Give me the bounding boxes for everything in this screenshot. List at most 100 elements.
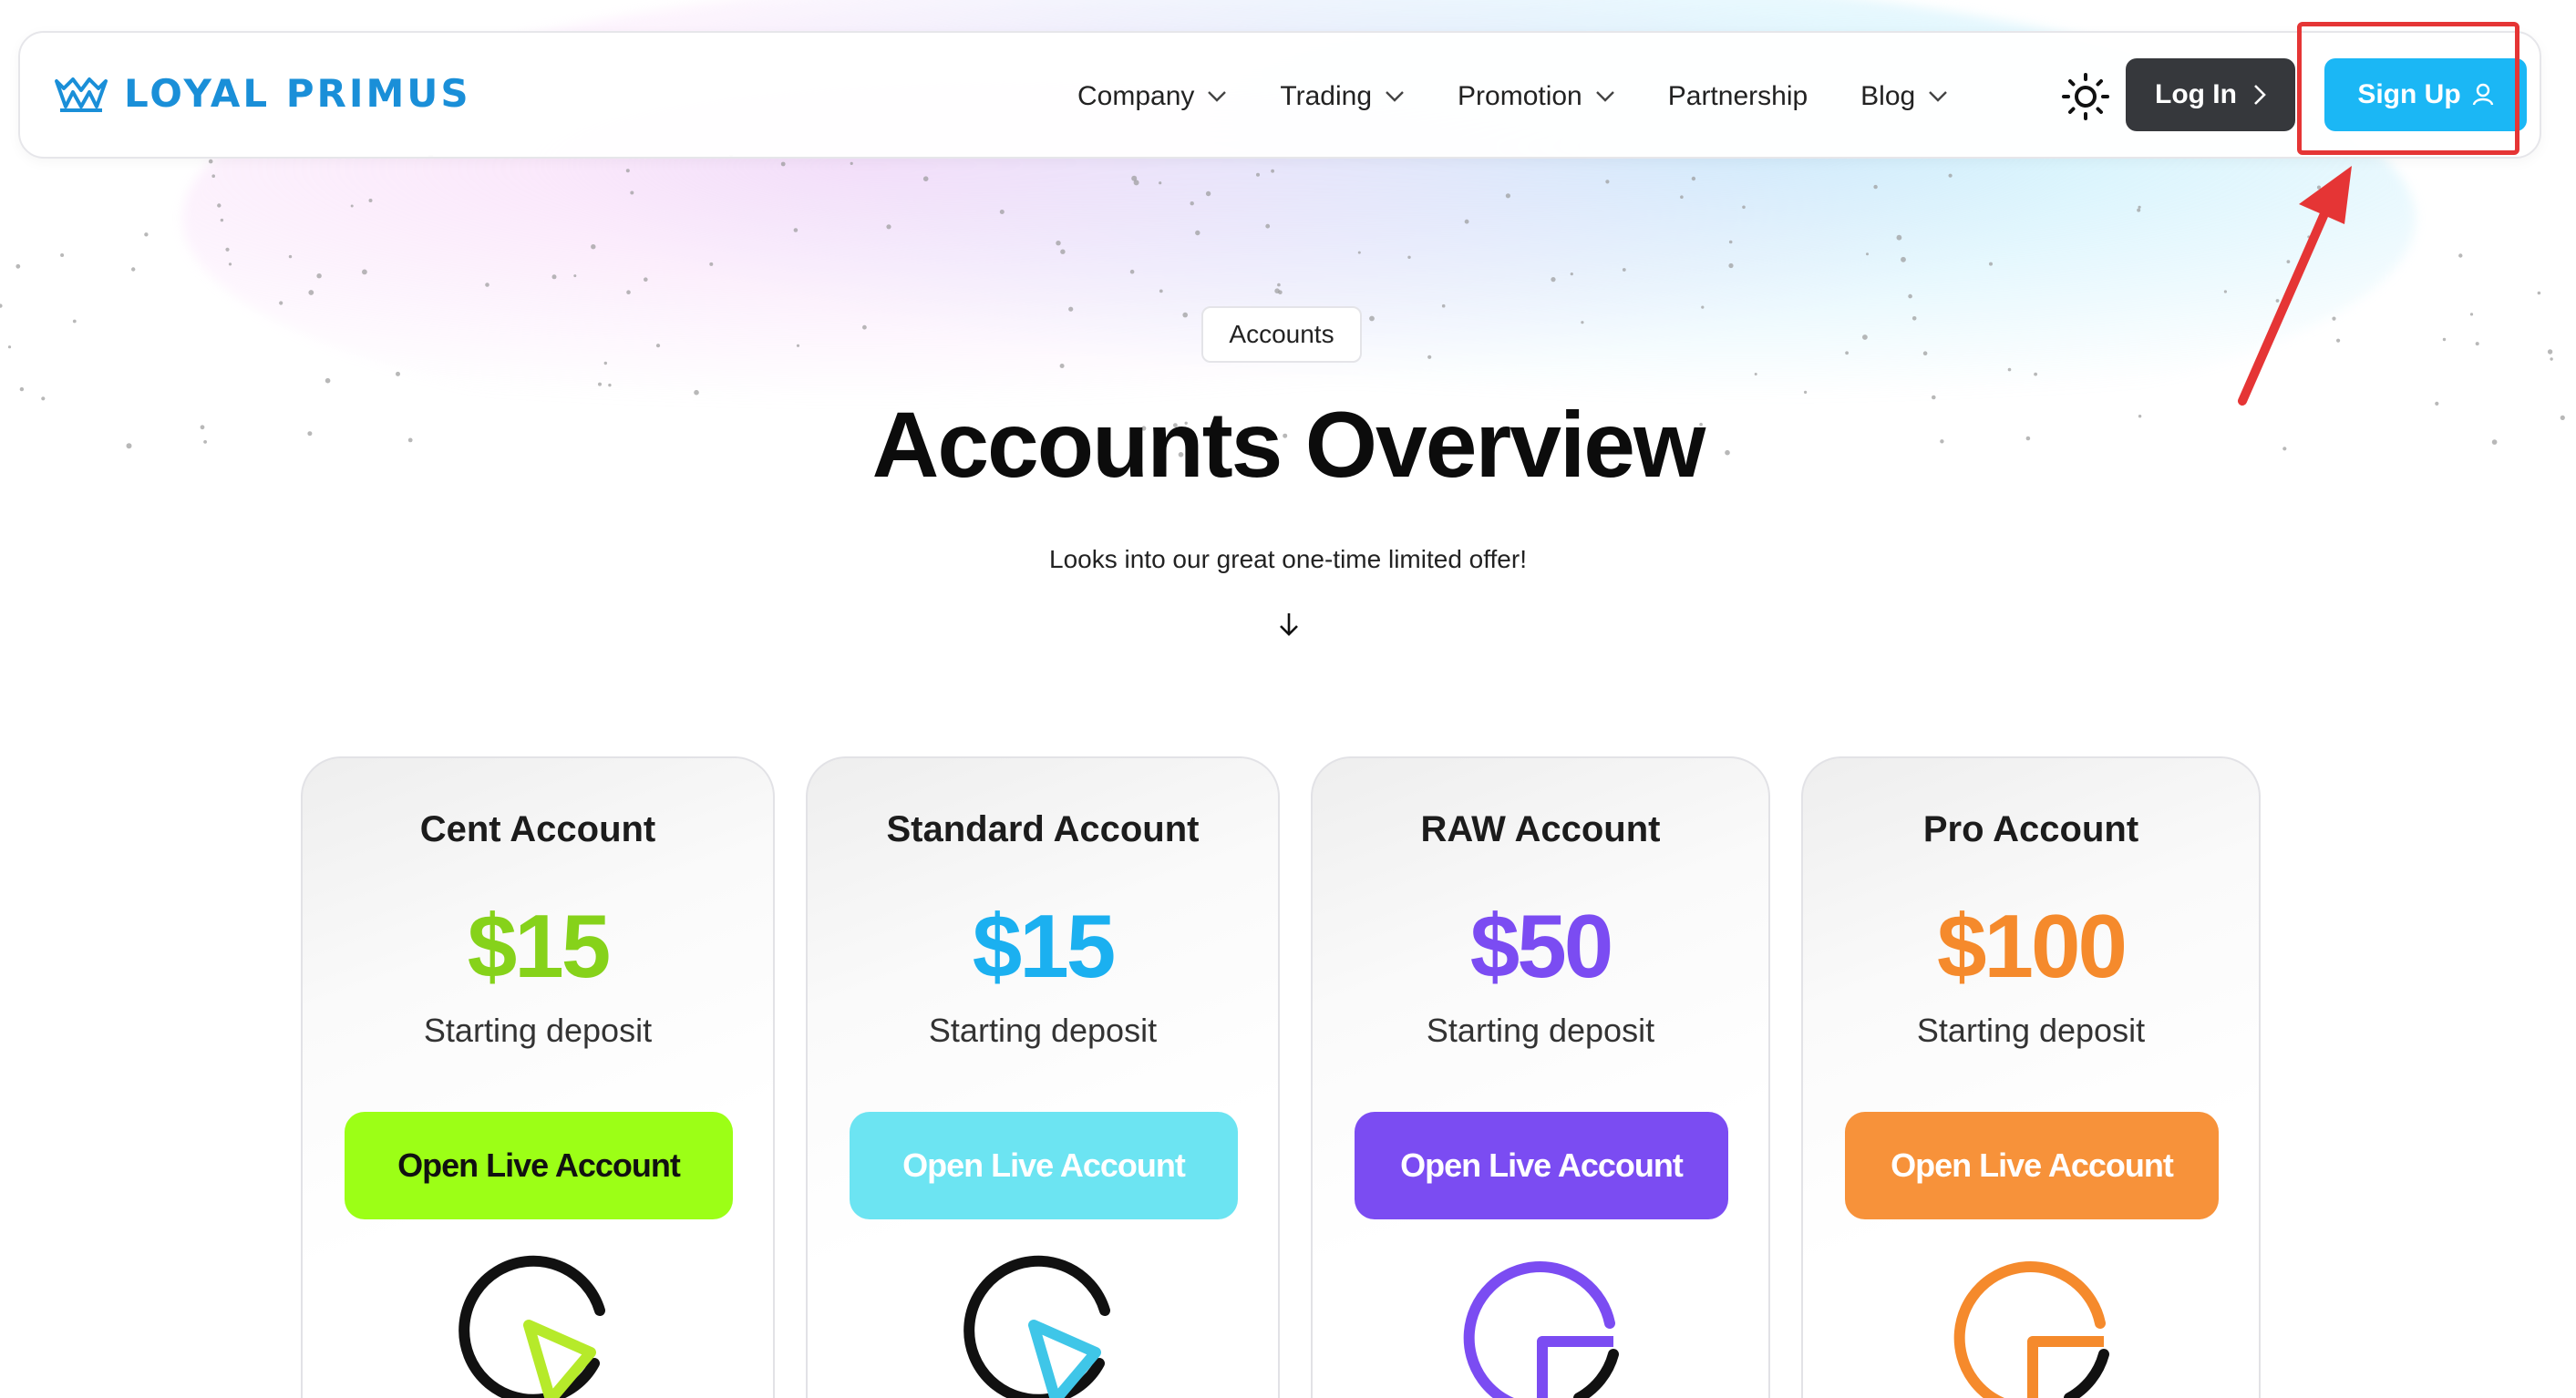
background-dot [228,262,232,266]
section-badge: Accounts [1201,306,1362,363]
background-dot [862,324,867,330]
background-dot [1131,175,1138,181]
background-dot [1622,268,1626,272]
background-dot [1680,195,1684,199]
background-dot [0,303,3,308]
background-dot [1277,283,1281,287]
background-dot [1505,193,1510,199]
background-dot [19,386,25,392]
background-dot [999,210,1005,214]
background-dot [316,273,322,279]
cent-account-icon [459,1255,605,1398]
page-title: Accounts Overview [871,393,1706,497]
background-dot [1464,219,1469,224]
sun-icon[interactable] [2060,71,2111,122]
background-dot [2547,349,2553,355]
account-card-standard: Standard Account $15 Starting deposit Op… [806,756,1280,1398]
raw-account-icon [1463,1261,1619,1398]
background-dot [2007,367,2012,372]
background-dot [1908,293,1912,299]
background-dot [1060,249,1066,254]
account-card-raw: RAW Account $50 Starting deposit Open Li… [1311,756,1770,1398]
background-dot [1911,316,1917,321]
background-dot [2458,253,2463,258]
nav-item-blog[interactable]: Blog [1860,75,1948,118]
background-dot [1278,290,1283,294]
background-dot [709,262,714,266]
nav-item-trading[interactable]: Trading [1280,75,1405,118]
card-title: Pro Account [1922,809,2139,849]
background-dot [1581,321,1584,324]
background-dot [1862,334,1868,340]
background-dot [1129,269,1135,274]
background-dot [796,344,800,347]
background-dot [625,169,630,173]
background-dot [279,301,283,305]
background-dot [1159,289,1163,293]
brand-logo[interactable]: LOYAL PRIMUS [53,71,471,116]
pro-account-icon [1953,1261,2109,1398]
background-dot [368,199,373,202]
card-subtitle: Starting deposit [1916,1012,2146,1049]
background-dot [325,377,331,384]
background-dot [644,277,648,282]
background-dot [1195,230,1200,236]
background-dot [1182,312,1188,318]
nav-item-partnership[interactable]: Partnership [1668,75,1808,118]
background-dot [1357,251,1361,254]
background-dot [1190,201,1194,206]
background-dot [485,283,489,287]
nav-item-company[interactable]: Company [1077,75,1227,118]
background-dot [1256,172,1260,177]
background-dot [1948,173,1953,178]
nav-item-label: Partnership [1667,81,1808,111]
card-price: $50 [1469,896,1614,996]
site-header: LOYAL PRIMUS Company Trading Promotion P… [18,31,2541,159]
annotation-arrow-icon [2238,166,2352,406]
background-dot [362,269,367,275]
background-dot [1056,241,1061,246]
arrow-down-icon[interactable] [1276,611,1302,638]
background-dot [1570,272,1573,276]
background-dot [2442,337,2447,342]
background-dot [626,290,631,294]
background-dot [7,345,12,349]
background-dot [2550,357,2553,361]
background-dot [603,361,607,365]
background-dot [1205,190,1211,197]
chevron-down-icon [1386,91,1404,102]
background-dot [350,204,354,208]
nav-item-label: Promotion [1458,81,1582,111]
background-dot [551,274,557,280]
login-button[interactable]: Log In [2126,58,2295,131]
open-live-account-button[interactable]: Open Live Account [850,1112,1238,1219]
nav-item-label: Trading [1280,81,1373,111]
open-live-account-button[interactable]: Open Live Account [345,1112,733,1219]
open-live-account-button[interactable]: Open Live Account [1355,1112,1728,1219]
background-dot [1866,252,1869,256]
background-dot [1265,223,1271,229]
background-dot [780,161,786,167]
account-card-cent: Cent Account $15 Starting deposit Open L… [301,756,775,1398]
background-dot [1605,180,1610,184]
card-title: RAW Account [1420,809,1661,849]
background-dot [1754,373,1757,375]
background-dot [2138,205,2141,209]
brand-name: LOYAL PRIMUS [124,71,471,116]
background-dot [288,254,293,259]
card-price: $15 [467,896,612,996]
background-dot [793,228,799,232]
open-live-account-button[interactable]: Open Live Account [1845,1112,2219,1219]
background-dot [1701,305,1705,309]
background-dot [1068,306,1074,312]
nav-item-promotion[interactable]: Promotion [1458,75,1615,118]
crown-logo-icon [55,77,108,112]
background-dot [72,319,77,324]
background-dot [1742,205,1746,210]
chevron-right-icon [2254,85,2266,105]
background-dot [1845,351,1849,355]
background-dot [211,174,215,178]
main-nav: Company Trading Promotion Partnership Bl… [1077,75,2001,118]
standard-account-icon [963,1255,1110,1398]
background-dot [1922,351,1928,355]
